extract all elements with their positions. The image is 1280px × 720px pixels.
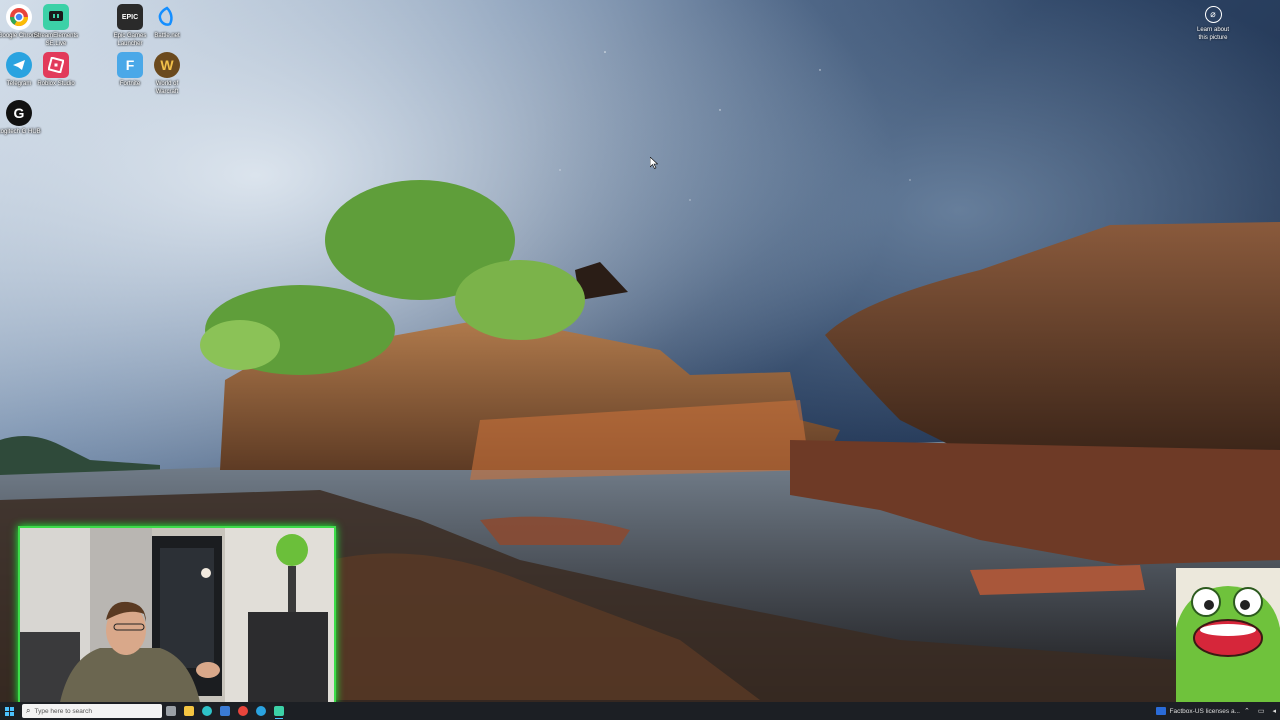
taskbar-streamelements[interactable] [270, 702, 288, 720]
learn-about-picture[interactable]: ⌀ Learn about this picture [1193, 4, 1233, 42]
taskbar: ⌕ Type here to search Factbox-US license… [0, 702, 1280, 720]
taskbar-search-box[interactable]: ⌕ Type here to search [22, 704, 162, 718]
taskbar-telegram[interactable] [252, 702, 270, 720]
desktop-icon-label: Battle.net [154, 33, 180, 39]
search-placeholder: Type here to search [34, 707, 92, 715]
store-icon [220, 706, 230, 716]
taskbar-edge[interactable] [198, 702, 216, 720]
news-icon [1155, 707, 1166, 715]
edge-icon [202, 706, 212, 716]
telegram-icon [6, 52, 32, 78]
epic-games-icon: EPIC [117, 4, 143, 30]
desktop-icon-battlenet[interactable]: Battle.net [144, 4, 190, 40]
desktop-icon-label: Logitech G HUB [0, 129, 41, 135]
file-explorer-icon [184, 706, 194, 716]
wow-icon: W [154, 52, 180, 78]
taskbar-task-view[interactable] [162, 702, 180, 720]
desktop-icon-label: Roblox Studio [37, 81, 75, 87]
telegram-icon [256, 706, 266, 716]
chrome-icon [6, 4, 32, 30]
windows-icon [4, 706, 14, 716]
streamelements-icon [43, 4, 69, 30]
desktop-icon-label: StreamElements SE.Live [33, 33, 79, 47]
chrome-icon [238, 706, 248, 716]
taskbar-file-explorer[interactable] [180, 702, 198, 720]
taskbar-store[interactable] [216, 702, 234, 720]
desktop-icon-logitech-ghub[interactable]: G Logitech G HUB [0, 100, 42, 136]
taskbar-chrome[interactable] [234, 702, 252, 720]
tray-volume-icon[interactable]: ◂ [1272, 707, 1276, 715]
learn-about-picture-label: Learn about this picture [1196, 27, 1230, 41]
camera-icon: ⌀ [1204, 6, 1222, 23]
start-button[interactable] [0, 702, 18, 720]
roblox-studio-icon [43, 52, 69, 78]
search-icon: ⌕ [26, 706, 31, 715]
frog-emote-overlay [1176, 568, 1280, 702]
news-headline: Factbox-US licenses a... [1169, 707, 1240, 715]
streamelements-icon [274, 706, 284, 716]
fortnite-icon: F [117, 52, 143, 78]
battlenet-icon [154, 4, 180, 30]
desktop-icon-wow[interactable]: W World of Warcraft [144, 52, 190, 96]
taskbar-news-widget[interactable]: Factbox-US licenses a... [1155, 707, 1240, 715]
desktop-icon-roblox-studio[interactable]: Roblox Studio [33, 52, 79, 88]
desktop-icon-label: World of Warcraft [155, 81, 179, 95]
desktop-icon-streamelements[interactable]: StreamElements SE.Live [33, 4, 79, 48]
webcam-overlay [18, 526, 336, 704]
mouse-cursor-icon [649, 156, 659, 174]
task-view-icon [166, 706, 176, 716]
logitech-ghub-icon: G [6, 100, 32, 126]
tray-overflow-chevron-icon[interactable]: ⌃ [1244, 707, 1250, 715]
tray-network-icon[interactable]: ▭ [1258, 707, 1265, 715]
